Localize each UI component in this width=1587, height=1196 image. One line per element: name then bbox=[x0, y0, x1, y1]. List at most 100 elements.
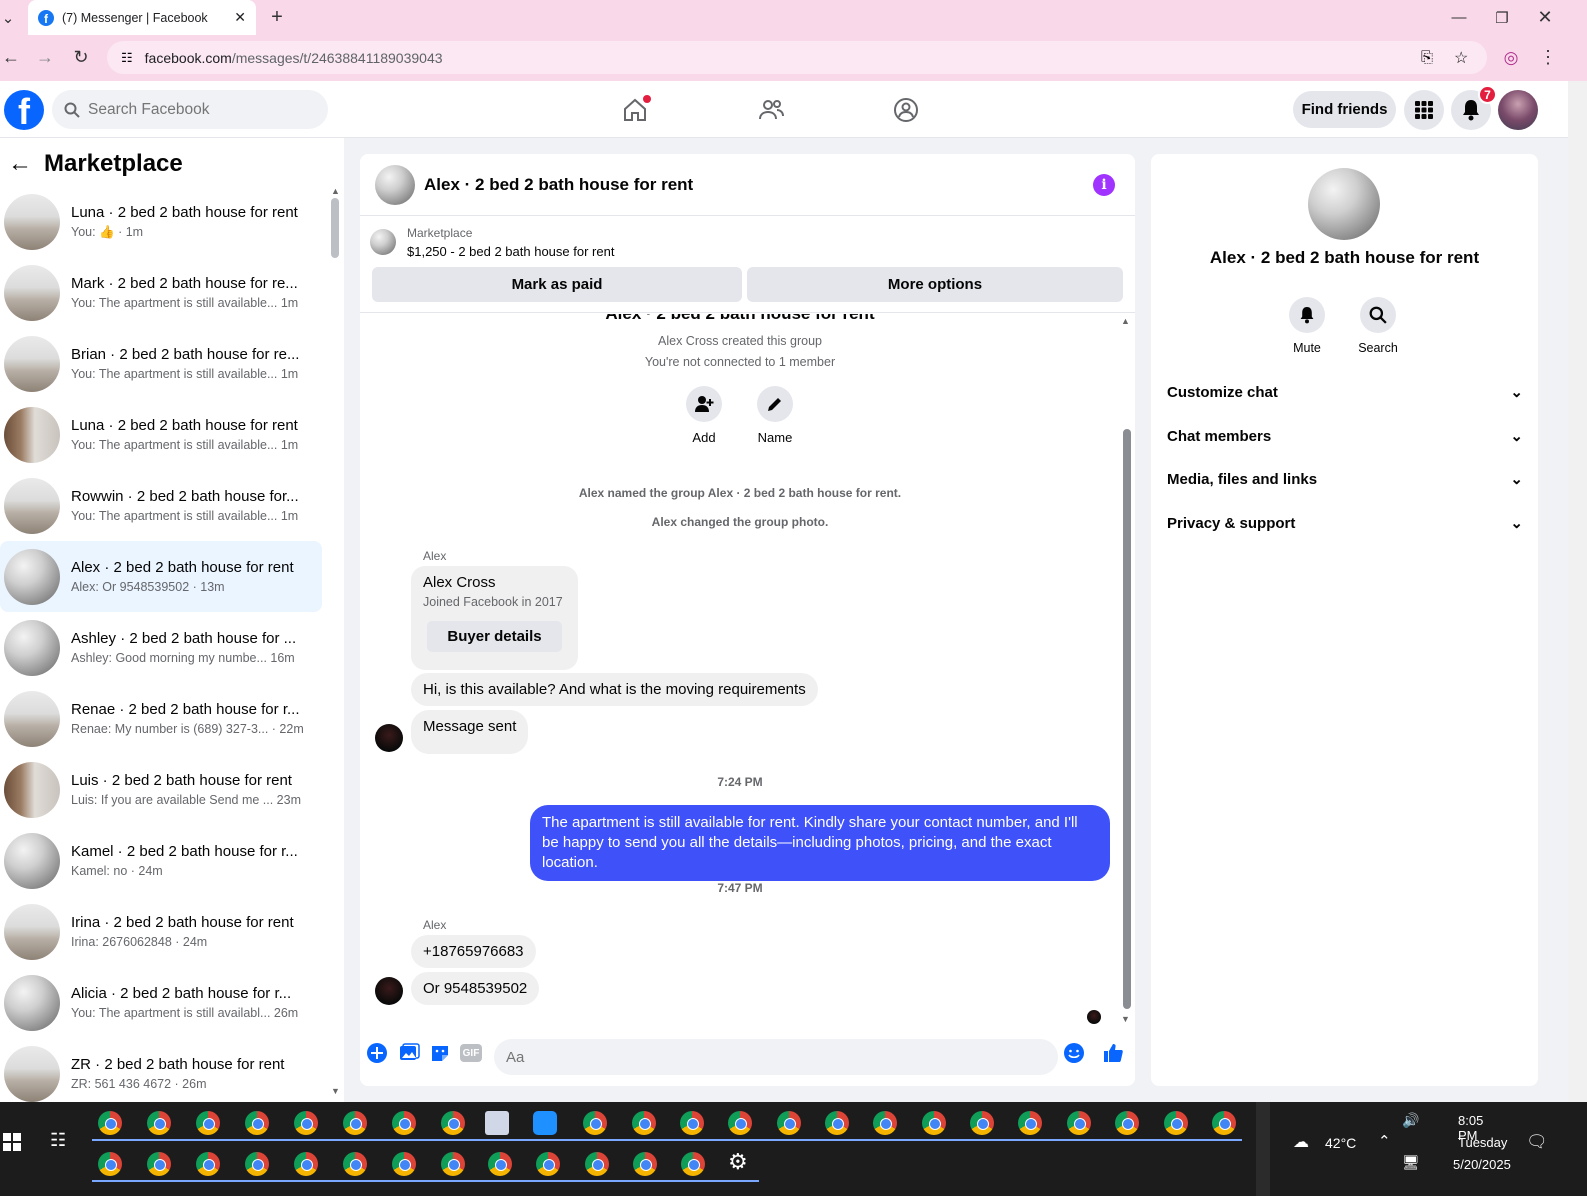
conversation-item[interactable]: Brian · 2 bed 2 bath house for re... You:… bbox=[0, 328, 322, 399]
chrome-app-icon[interactable] bbox=[294, 1152, 318, 1176]
chrome-app-icon[interactable] bbox=[1212, 1111, 1236, 1135]
restore-window-icon[interactable]: ❐ bbox=[1491, 0, 1513, 35]
conversation-item[interactable]: Luna · 2 bed 2 bath house for rent You: T… bbox=[0, 399, 322, 470]
chrome-app-icon[interactable] bbox=[98, 1111, 122, 1135]
new-tab-plus-icon[interactable]: + bbox=[266, 0, 288, 35]
app-icon[interactable] bbox=[485, 1111, 509, 1135]
chrome-app-icon[interactable] bbox=[922, 1111, 946, 1135]
browser-menu-icon[interactable]: ⋮ bbox=[1537, 41, 1559, 74]
chrome-app-icon[interactable] bbox=[343, 1152, 367, 1176]
conversation-item[interactable]: Luis · 2 bed 2 bath house for rent Luis: … bbox=[0, 754, 322, 825]
section-media-files-links[interactable]: Media, files and links ⌄ bbox=[1167, 459, 1523, 499]
plus-circle-icon[interactable] bbox=[366, 1042, 388, 1064]
conversation-item[interactable]: Mark · 2 bed 2 bath house for re... You: … bbox=[0, 257, 322, 328]
chrome-app-icon[interactable] bbox=[488, 1152, 512, 1176]
photo-icon[interactable] bbox=[398, 1042, 420, 1064]
close-tab-icon[interactable]: ✕ bbox=[234, 9, 246, 26]
chrome-app-icon[interactable] bbox=[1164, 1111, 1188, 1135]
windows-start-icon[interactable] bbox=[3, 1133, 21, 1151]
install-app-icon[interactable]: ⎘ bbox=[1421, 49, 1433, 66]
section-chat-members[interactable]: Chat members ⌄ bbox=[1167, 416, 1523, 456]
more-options-button[interactable]: More options bbox=[747, 267, 1123, 302]
page-scrollbar[interactable] bbox=[1568, 81, 1587, 1102]
sidebar-scroll-up-icon[interactable]: ▲ bbox=[331, 186, 340, 196]
network-icon[interactable]: 🖥 bbox=[1402, 1154, 1420, 1171]
find-friends-button[interactable]: Find friends bbox=[1293, 91, 1396, 128]
info-icon[interactable]: i bbox=[1093, 174, 1115, 196]
add-member-action[interactable]: Add bbox=[674, 386, 734, 445]
chrome-app-icon[interactable] bbox=[583, 1111, 607, 1135]
chrome-app-icon[interactable] bbox=[970, 1111, 994, 1135]
section-customize-chat[interactable]: Customize chat ⌄ bbox=[1167, 372, 1523, 412]
sidebar-scrollbar[interactable] bbox=[331, 198, 339, 258]
menu-grid-button[interactable] bbox=[1404, 90, 1444, 130]
chrome-app-icon[interactable] bbox=[147, 1111, 171, 1135]
conversation-item[interactable]: Ashley · 2 bed 2 bath house for ... Ashle… bbox=[0, 612, 322, 683]
buyer-details-button[interactable]: Buyer details bbox=[427, 621, 562, 652]
chrome-app-icon[interactable] bbox=[441, 1111, 465, 1135]
chrome-app-icon[interactable] bbox=[245, 1152, 269, 1176]
message-input[interactable] bbox=[494, 1039, 1058, 1075]
site-info-icon[interactable]: ☷ bbox=[121, 50, 133, 66]
notification-center-icon[interactable]: 🗨 bbox=[1526, 1132, 1548, 1152]
listing-thumbnail[interactable] bbox=[370, 229, 396, 255]
account-avatar[interactable] bbox=[1498, 90, 1538, 130]
tab-list-chevron-icon[interactable]: ⌄ bbox=[0, 0, 16, 35]
thread-scroll-down-icon[interactable]: ▼ bbox=[1121, 1014, 1130, 1024]
search-action[interactable]: Search bbox=[1348, 297, 1408, 355]
friends-nav-icon[interactable] bbox=[751, 91, 791, 129]
weather-icon[interactable]: ☁ bbox=[1293, 1132, 1309, 1152]
mark-as-paid-button[interactable]: Mark as paid bbox=[372, 267, 742, 302]
chrome-app-icon[interactable] bbox=[680, 1111, 704, 1135]
chrome-app-icon[interactable] bbox=[681, 1152, 705, 1176]
group-photo[interactable] bbox=[1308, 168, 1380, 240]
conversation-item[interactable]: Rowwin · 2 bed 2 bath house for... You: T… bbox=[0, 470, 322, 541]
chrome-app-icon[interactable] bbox=[1018, 1111, 1042, 1135]
thread-scrollbar[interactable] bbox=[1123, 429, 1131, 1009]
conversation-item[interactable]: ZR · 2 bed 2 bath house for rent ZR: 561 … bbox=[0, 1038, 322, 1102]
chrome-app-icon[interactable] bbox=[873, 1111, 897, 1135]
emoji-icon[interactable] bbox=[1063, 1042, 1085, 1064]
chat-avatar[interactable] bbox=[375, 164, 415, 205]
thread-scroll-up-icon[interactable]: ▲ bbox=[1121, 316, 1130, 326]
chrome-app-icon[interactable] bbox=[196, 1152, 220, 1176]
url-omnibox[interactable]: ☷ facebook.com/messages/t/24638841189039… bbox=[107, 41, 1487, 74]
section-privacy-support[interactable]: Privacy & support ⌄ bbox=[1167, 503, 1523, 543]
chrome-app-icon[interactable] bbox=[294, 1111, 318, 1135]
reload-icon[interactable]: ↻ bbox=[70, 41, 92, 74]
chrome-app-icon[interactable] bbox=[98, 1152, 122, 1176]
chrome-app-icon[interactable] bbox=[343, 1111, 367, 1135]
chrome-app-icon[interactable] bbox=[392, 1152, 416, 1176]
chrome-app-icon[interactable] bbox=[585, 1152, 609, 1176]
chat-title[interactable]: Alex · 2 bed 2 bath house for rent bbox=[424, 175, 693, 195]
clock-date[interactable]: 5/20/2025 bbox=[1453, 1157, 1511, 1172]
sidebar-scroll-down-icon[interactable]: ▼ bbox=[331, 1086, 340, 1096]
volume-icon[interactable]: 🔊 bbox=[1402, 1112, 1419, 1129]
chrome-app-icon[interactable] bbox=[392, 1111, 416, 1135]
forward-arrow-icon[interactable]: → bbox=[34, 41, 56, 74]
back-arrow-icon[interactable]: ← bbox=[8, 150, 32, 178]
sync-app-icon[interactable] bbox=[533, 1111, 557, 1135]
sticker-icon[interactable] bbox=[429, 1042, 451, 1064]
close-window-icon[interactable]: ✕ bbox=[1534, 0, 1556, 35]
thumbs-up-icon[interactable] bbox=[1102, 1042, 1124, 1064]
conversation-item[interactable]: Alicia · 2 bed 2 bath house for r... You:… bbox=[0, 967, 322, 1038]
chrome-app-icon[interactable] bbox=[441, 1152, 465, 1176]
chrome-app-icon[interactable] bbox=[632, 1111, 656, 1135]
task-view-icon[interactable]: ☷ bbox=[50, 1130, 66, 1151]
chevron-up-icon[interactable]: ⌃ bbox=[1378, 1132, 1391, 1150]
chrome-app-icon[interactable] bbox=[777, 1111, 801, 1135]
conversation-item[interactable]: Renae · 2 bed 2 bath house for r... Renae… bbox=[0, 683, 322, 754]
temperature[interactable]: 42°C bbox=[1325, 1135, 1356, 1151]
settings-gear-icon[interactable]: ⚙ bbox=[728, 1149, 748, 1175]
minimize-window-icon[interactable]: — bbox=[1448, 0, 1470, 35]
search-input[interactable] bbox=[88, 100, 308, 119]
conversation-item[interactable]: Kamel · 2 bed 2 bath house for r... Kamel… bbox=[0, 825, 322, 896]
bookmark-star-icon[interactable]: ☆ bbox=[1454, 48, 1468, 68]
listing-price[interactable]: $1,250 - 2 bed 2 bath house for rent bbox=[407, 244, 614, 259]
chrome-app-icon[interactable] bbox=[633, 1152, 657, 1176]
profile-icon[interactable]: ◎ bbox=[1500, 41, 1522, 74]
conversation-item-active[interactable]: Alex · 2 bed 2 bath house for rent Alex: … bbox=[0, 541, 322, 612]
chrome-app-icon[interactable] bbox=[825, 1111, 849, 1135]
chrome-app-icon[interactable] bbox=[245, 1111, 269, 1135]
